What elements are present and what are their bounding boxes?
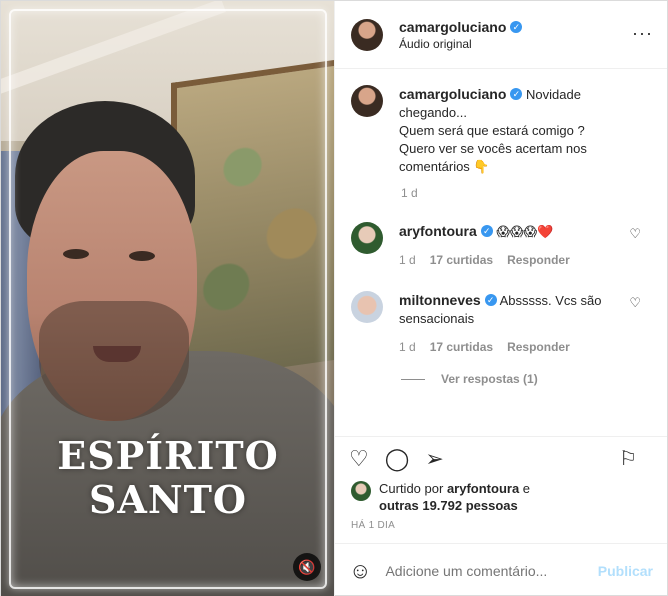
volume-mute-icon[interactable]: 🔇 xyxy=(293,553,321,581)
comment-input[interactable] xyxy=(385,562,598,579)
comment-time[interactable]: 1 d xyxy=(399,338,416,356)
comment-body: aryfontoura ✓ 😱😱😱❤️ 1 d 17 curtidas Resp… xyxy=(399,222,619,269)
caption: camargoluciano ✓ Novidade chegando... Que… xyxy=(351,85,651,176)
comment-like-heart-icon[interactable]: ♡ xyxy=(629,226,641,242)
media-overlay-text-line1: ESPÍRITO xyxy=(57,433,279,478)
liked-by-text: Curtido por aryfontoura e outras 19.792 … xyxy=(379,480,530,514)
verified-badge-icon: ✓ xyxy=(510,88,523,100)
verified-badge-icon: ✓ xyxy=(480,225,493,237)
comments-section: camargoluciano ✓ Novidade chegando... Que… xyxy=(335,69,667,436)
caption-username: camargoluciano ✓ xyxy=(399,85,523,103)
add-comment-bar: ☺ Publicar xyxy=(335,543,667,596)
comment-meta: 1 d 17 curtidas Responder xyxy=(399,338,619,356)
instagram-post: ESPÍRITO SANTO 🔇 camargoluciano ✓ Áudio … xyxy=(0,0,668,596)
caption-line-1: Novidade xyxy=(526,87,581,102)
commenter-avatar[interactable] xyxy=(351,222,383,254)
caption-author-avatar[interactable] xyxy=(351,85,383,117)
liker-avatar[interactable] xyxy=(351,481,371,501)
caption-line-4: Quero ver se vocês acertam nos xyxy=(399,141,587,156)
comment-reply-button[interactable]: Responder xyxy=(507,338,570,356)
verified-badge-icon: ✓ xyxy=(484,294,497,306)
comment-reply-button[interactable]: Responder xyxy=(507,251,570,269)
emoji-icon[interactable]: ☺ xyxy=(349,558,371,584)
comment-item: aryfontoura ✓ 😱😱😱❤️ 1 d 17 curtidas Resp… xyxy=(351,222,651,269)
caption-username-text[interactable]: camargoluciano xyxy=(399,85,506,103)
comment-like-heart-icon[interactable]: ♡ xyxy=(629,295,641,311)
liked-by-others[interactable]: outras 19.792 pessoas xyxy=(379,498,518,513)
post-side-panel: camargoluciano ✓ Áudio original ··· cama… xyxy=(334,1,667,596)
media-overlay-text-line2: SANTO xyxy=(88,477,248,522)
caption-time[interactable]: 1 d xyxy=(401,186,651,200)
caption-line-3: Quem será que estará comigo ? xyxy=(399,123,585,138)
author-avatar[interactable] xyxy=(351,18,383,51)
commenter-username[interactable]: aryfontoura xyxy=(399,222,477,240)
liked-by-prefix: Curtido por xyxy=(379,481,444,496)
publish-button[interactable]: Publicar xyxy=(598,563,653,579)
post-date[interactable]: HÁ 1 DIA xyxy=(335,514,667,543)
comment-text: 😱😱😱❤️ xyxy=(496,224,554,239)
caption-line-2: chegando... xyxy=(399,105,467,120)
comment-item: miltonneves ✓ Absssss. Vcs são sensacion… xyxy=(351,291,651,356)
post-media-video[interactable]: ESPÍRITO SANTO 🔇 xyxy=(1,1,334,596)
liked-by-user[interactable]: aryfontoura xyxy=(447,481,519,496)
author-username-row: camargoluciano ✓ xyxy=(399,19,523,35)
comment-username-row: miltonneves ✓ xyxy=(399,291,497,309)
share-send-icon[interactable]: ➢ xyxy=(425,446,443,472)
audio-label[interactable]: Áudio original xyxy=(399,37,522,51)
caption-line-5: comentários 👇 xyxy=(399,159,490,174)
post-actions: ♡ ◯ ➢ ⚐ xyxy=(335,436,667,480)
bookmark-icon[interactable]: ⚐ xyxy=(619,446,637,471)
heart-icon[interactable]: ♡ xyxy=(349,446,369,472)
author-username[interactable]: camargoluciano xyxy=(399,19,506,35)
header-text: camargoluciano ✓ Áudio original xyxy=(399,19,523,51)
commenter-avatar[interactable] xyxy=(351,291,383,323)
liked-by: Curtido por aryfontoura e outras 19.792 … xyxy=(335,480,667,514)
comment-body: miltonneves ✓ Absssss. Vcs são sensacion… xyxy=(399,291,619,356)
comment-likes[interactable]: 17 curtidas xyxy=(430,251,493,269)
view-replies-label[interactable]: Ver respostas (1) xyxy=(441,372,538,386)
post-header: camargoluciano ✓ Áudio original ··· xyxy=(335,1,667,69)
comment-bubble-icon[interactable]: ◯ xyxy=(385,446,410,472)
comment-username-row: aryfontoura ✓ xyxy=(399,222,493,240)
comment-likes[interactable]: 17 curtidas xyxy=(430,338,493,356)
verified-badge-icon: ✓ xyxy=(510,20,523,33)
comment-time[interactable]: 1 d xyxy=(399,251,416,269)
caption-text: camargoluciano ✓ Novidade chegando... Que… xyxy=(399,85,587,176)
liked-by-suffix: e xyxy=(522,481,531,496)
view-replies[interactable]: Ver respostas (1) xyxy=(401,372,651,386)
more-dots-icon[interactable]: ··· xyxy=(632,23,653,44)
comment-meta: 1 d 17 curtidas Responder xyxy=(399,251,619,269)
commenter-username[interactable]: miltonneves xyxy=(399,291,481,309)
replies-divider xyxy=(401,378,425,380)
